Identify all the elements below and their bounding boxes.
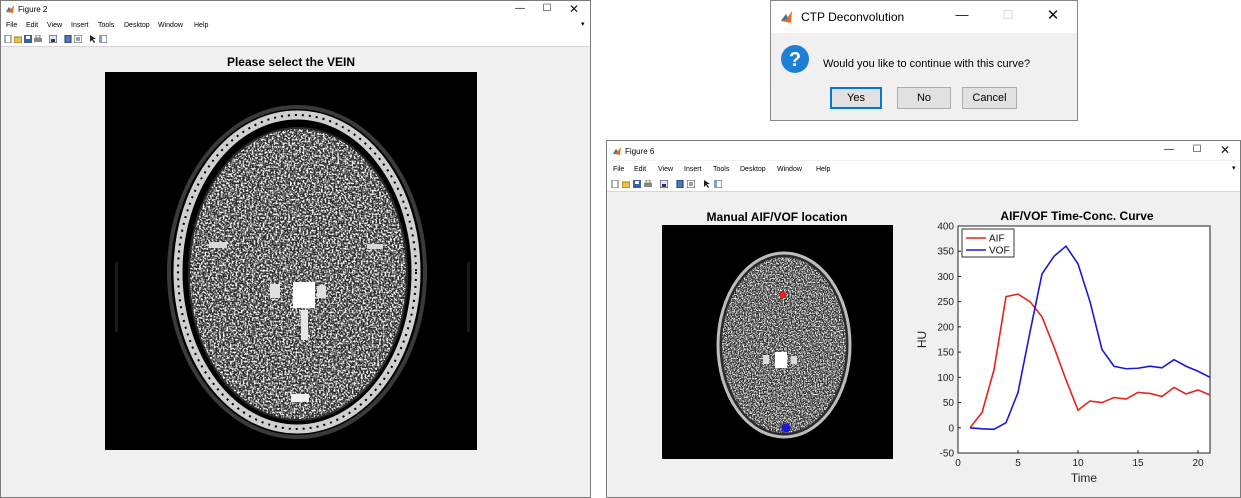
menu-view[interactable]: View — [658, 166, 673, 173]
menu-help[interactable]: Help — [194, 22, 208, 29]
figure-6-canvas: Manual AIF/VOF location AIF/VOF Time-Con… — [607, 192, 1240, 497]
menu-insert[interactable]: Insert — [684, 166, 702, 173]
dialog-message: Would you like to continue with this cur… — [823, 58, 1031, 70]
ct-brain-slice-small — [716, 251, 852, 439]
menu-desktop[interactable]: Desktop — [740, 166, 766, 173]
colorbar-icon[interactable] — [676, 180, 684, 188]
save-icon[interactable] — [24, 35, 32, 43]
figure-2-menubar: File Edit View Insert Tools Desktop Wind… — [1, 18, 590, 32]
figure-6-toolbar — [607, 176, 1240, 192]
figure-6-title: Figure 6 — [625, 147, 655, 156]
confirm-dialog: CTP Deconvolution — ☐ ✕ ? Would you like… — [770, 0, 1078, 121]
menu-overflow-icon[interactable]: ▾ — [1232, 164, 1236, 172]
menu-desktop[interactable]: Desktop — [124, 22, 150, 29]
menu-window[interactable]: Window — [777, 166, 802, 173]
new-figure-icon[interactable] — [4, 35, 12, 43]
menu-file[interactable]: File — [6, 22, 17, 29]
figure-2-canvas: Please select the VEIN — [1, 47, 590, 497]
menu-edit[interactable]: Edit — [634, 166, 646, 173]
pointer-icon[interactable] — [703, 180, 711, 188]
menu-window[interactable]: Window — [158, 22, 183, 29]
aif-marker — [779, 291, 787, 299]
open-file-icon[interactable] — [14, 35, 22, 43]
menu-tools[interactable]: Tools — [98, 22, 114, 29]
menu-edit[interactable]: Edit — [26, 22, 38, 29]
dialog-maximize-icon: ☐ — [1002, 8, 1014, 22]
plot-title: Please select the VEIN — [226, 55, 356, 69]
no-button[interactable]: No — [897, 87, 951, 109]
figure-6-window: Figure 6 — ☐ ✕ File Edit View Insert Too… — [606, 140, 1241, 498]
print-icon[interactable] — [34, 35, 42, 43]
x-tick-label: 20 — [1192, 458, 1204, 469]
link-plot-icon[interactable] — [49, 35, 57, 43]
minimize-icon[interactable]: — — [513, 3, 527, 14]
matlab-logo-icon — [5, 4, 15, 14]
figure-6-titlebar: Figure 6 — ☐ ✕ — [607, 141, 1240, 160]
menu-file[interactable]: File — [613, 166, 624, 173]
dialog-titlebar: CTP Deconvolution — ☐ ✕ — [771, 1, 1077, 33]
dialog-title: CTP Deconvolution — [801, 10, 905, 24]
figure-2-title: Figure 2 — [18, 5, 48, 14]
close-icon[interactable]: ✕ — [1218, 143, 1232, 157]
y-tick-label: 400 — [937, 222, 954, 233]
dialog-minimize-icon[interactable]: — — [954, 7, 970, 22]
y-tick-label: 150 — [937, 348, 954, 359]
legend-label-aif: AIF — [989, 234, 1005, 245]
svg-text:?: ? — [789, 49, 801, 71]
y-tick-label: 250 — [937, 297, 954, 308]
new-figure-icon[interactable] — [611, 180, 619, 188]
chart-plot-area — [957, 225, 1211, 454]
legend-label-vof: VOF — [989, 246, 1010, 257]
menu-overflow-icon[interactable]: ▾ — [581, 20, 585, 28]
maximize-icon[interactable]: ☐ — [540, 3, 554, 14]
vof-marker — [781, 423, 791, 433]
save-icon[interactable] — [633, 180, 641, 188]
y-tick-label: 0 — [948, 423, 954, 434]
menu-tools[interactable]: Tools — [713, 166, 729, 173]
print-icon[interactable] — [644, 180, 652, 188]
left-plot-title: Manual AIF/VOF location — [706, 210, 848, 224]
figure-2-window: Figure 2 — ☐ ✕ File Edit View Insert Too… — [0, 0, 591, 498]
x-axis-label: Time — [1071, 471, 1098, 485]
colorbar-icon[interactable] — [64, 35, 72, 43]
pointer-icon[interactable] — [89, 35, 97, 43]
y-tick-label: 350 — [937, 247, 954, 258]
dialog-close-icon[interactable]: ✕ — [1045, 6, 1061, 24]
open-file-icon[interactable] — [622, 180, 630, 188]
ct-brain-image[interactable] — [105, 72, 477, 450]
y-tick-label: -50 — [940, 449, 955, 460]
maximize-icon[interactable]: ☐ — [1190, 144, 1204, 155]
link-plot-icon[interactable] — [660, 180, 668, 188]
question-icon: ? — [781, 45, 809, 73]
minimize-icon[interactable]: — — [1162, 144, 1176, 155]
ct-brain-slice — [115, 105, 470, 439]
figure-2-titlebar: Figure 2 — ☐ ✕ — [1, 1, 590, 18]
x-tick-label: 5 — [1015, 458, 1021, 469]
y-tick-label: 300 — [937, 272, 954, 283]
yes-button[interactable]: Yes — [830, 87, 882, 109]
y-tick-label: 50 — [943, 398, 955, 409]
menu-insert[interactable]: Insert — [71, 22, 89, 29]
matlab-logo-icon — [780, 10, 794, 24]
menu-help[interactable]: Help — [816, 166, 830, 173]
legend-icon[interactable] — [74, 35, 82, 43]
x-tick-label: 10 — [1072, 458, 1084, 469]
time-conc-chart: 0 5 10 15 20-50050100150200250300350400 AIFV… — [915, 222, 1211, 485]
x-tick-label: 15 — [1132, 458, 1144, 469]
y-tick-label: 100 — [937, 373, 954, 384]
property-inspector-icon[interactable] — [99, 35, 107, 43]
cancel-button[interactable]: Cancel — [962, 87, 1017, 109]
y-axis-label: HU — [915, 331, 929, 348]
close-icon[interactable]: ✕ — [567, 2, 581, 16]
matlab-logo-icon — [612, 146, 622, 156]
legend-icon[interactable] — [687, 180, 695, 188]
figure-6-menubar: File Edit View Insert Tools Desktop Wind… — [607, 161, 1240, 176]
x-tick-label: 0 — [955, 458, 961, 469]
menu-view[interactable]: View — [47, 22, 62, 29]
y-tick-label: 200 — [937, 322, 954, 333]
chart-legend: AIFVOF — [961, 228, 1015, 258]
figure-2-toolbar — [1, 32, 590, 47]
property-inspector-icon[interactable] — [714, 180, 722, 188]
aif-vof-location-image[interactable] — [662, 225, 893, 459]
